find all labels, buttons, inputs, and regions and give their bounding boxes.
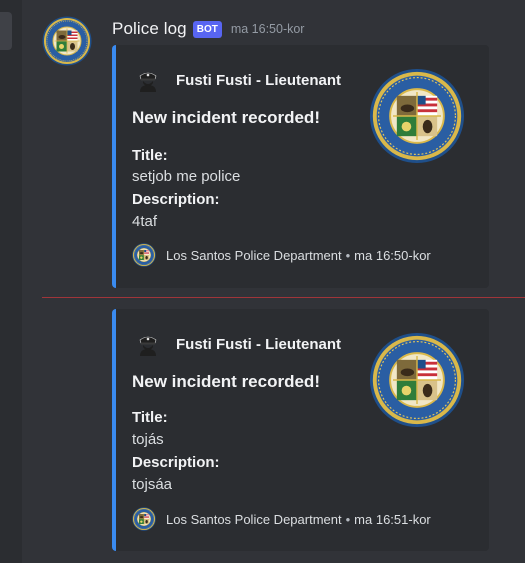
city-seal-icon [132,507,156,531]
incident-embed: Fusti Fusti - Lieutenant New incident re… [112,309,489,551]
embed-footer: Los Santos Police Department • ma 16:50-… [132,243,431,267]
field-value: setjob me police [132,168,241,185]
embed-title: New incident recorded! [132,108,320,127]
message-header: Police log BOT ma 16:50-kor [112,17,304,41]
channel-sidebar-edge [0,0,22,563]
embed-footer: Los Santos Police Department • ma 16:51-… [132,507,431,531]
embed-author-name: Fusti Fusti - Lieutenant [176,335,341,353]
incident-embed: Fusti Fusti - Lieutenant New incident re… [112,45,489,288]
new-messages-divider [42,297,525,298]
embed-author: Fusti Fusti - Lieutenant [136,332,341,356]
embed-author: Fusti Fusti - Lieutenant [136,68,341,92]
police-officer-icon [136,68,160,92]
city-seal-icon[interactable] [369,332,465,428]
field-name: Title: [132,147,168,164]
footer-separator: • [345,511,351,527]
footer-time: ma 16:50-kor [354,247,431,263]
field-value: tojás [132,431,164,448]
field-name: Description: [132,191,220,208]
footer-time: ma 16:51-kor [354,511,431,527]
city-seal-icon [132,243,156,267]
city-seal-icon[interactable] [369,68,465,164]
field-name: Description: [132,454,220,471]
field-name: Title: [132,409,168,426]
selected-indicator[interactable] [0,12,12,50]
footer-text: Los Santos Police Department [166,247,342,263]
embed-author-name: Fusti Fusti - Lieutenant [176,71,341,89]
police-officer-icon [136,332,160,356]
message-author[interactable]: Police log [112,19,187,39]
footer-separator: • [345,247,351,263]
field-value: 4taf [132,213,158,230]
field-value: tojsáa [132,476,173,493]
message-timestamp[interactable]: ma 16:50-kor [231,22,305,36]
city-seal-icon[interactable] [42,16,92,66]
footer-text: Los Santos Police Department [166,511,342,527]
bot-badge: BOT [192,20,222,38]
embed-title: New incident recorded! [132,372,320,391]
